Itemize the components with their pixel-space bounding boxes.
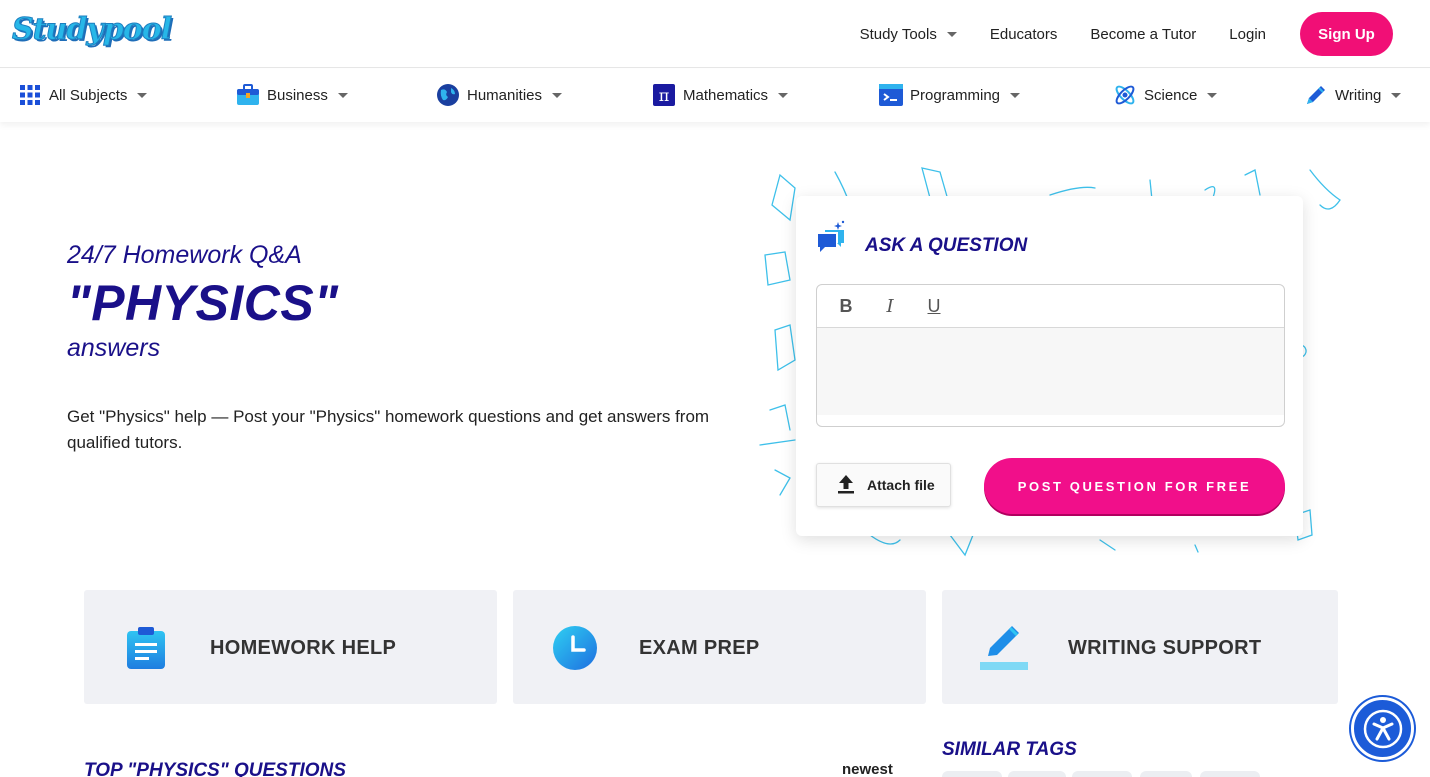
top-header: Studypool Study Tools Educators Become a… (0, 0, 1430, 68)
login-link[interactable]: Login (1229, 26, 1266, 43)
pi-icon: π (652, 83, 676, 107)
chevron-down-icon (552, 92, 563, 98)
subject-programming[interactable]: Programming (879, 81, 1021, 109)
attach-file-label: Attach file (867, 477, 935, 493)
accessibility-button[interactable] (1351, 697, 1414, 760)
question-editor: B I U (816, 284, 1285, 427)
chevron-down-icon (137, 92, 148, 98)
become-tutor-link[interactable]: Become a Tutor (1090, 26, 1196, 43)
chat-bubbles-icon (816, 220, 846, 261)
subject-label: Science (1144, 86, 1198, 104)
ask-question-card: ASK A QUESTION B I U Attach file POST QU… (796, 196, 1303, 536)
tag-pill[interactable] (1008, 771, 1066, 777)
tag-pill[interactable] (1200, 771, 1260, 777)
italic-button[interactable]: I (879, 296, 901, 317)
service-label: EXAM PREP (639, 637, 760, 659)
attach-file-button[interactable]: Attach file (816, 463, 951, 507)
hero-description: Get "Physics" help — Post your "Physics"… (67, 407, 710, 452)
chevron-down-icon (946, 31, 957, 37)
atom-icon (1113, 83, 1137, 107)
ask-question-title: ASK A QUESTION (865, 235, 1028, 256)
top-questions-heading: TOP "PHYSICS" QUESTIONS (84, 760, 346, 777)
study-tools-label: Study Tools (859, 25, 937, 43)
tag-pill[interactable] (1140, 771, 1192, 777)
terminal-icon (879, 83, 903, 107)
subject-business[interactable]: Business (236, 81, 348, 109)
subject-mathematics[interactable]: π Mathematics (652, 81, 789, 109)
pencil-icon (978, 622, 1030, 674)
hero-subtitle: 24/7 Homework Q&A (67, 241, 302, 269)
sort-newest-link[interactable]: newest (842, 761, 893, 777)
chevron-down-icon (1391, 92, 1402, 98)
sign-up-button[interactable]: Sign Up (1300, 12, 1393, 56)
upload-icon (837, 474, 855, 497)
exam-prep-card[interactable]: EXAM PREP (513, 590, 926, 704)
globe-icon (436, 83, 460, 107)
subject-writing[interactable]: Writing (1304, 81, 1402, 109)
chevron-down-icon (1207, 92, 1218, 98)
similar-tags-heading: SIMILAR TAGS (942, 739, 1077, 760)
subject-label: Business (267, 86, 328, 104)
subject-label: All Subjects (49, 86, 128, 104)
hero-title: "PHYSICS" (67, 275, 339, 331)
chevron-down-icon (778, 92, 789, 98)
chevron-down-icon (337, 92, 348, 98)
post-question-button[interactable]: POST QUESTION FOR FREE (984, 458, 1285, 514)
service-label: WRITING SUPPORT (1068, 637, 1262, 659)
educators-link[interactable]: Educators (990, 26, 1058, 43)
underline-button[interactable]: U (923, 296, 945, 317)
subject-humanities[interactable]: Humanities (436, 81, 563, 109)
study-tools-menu[interactable]: Study Tools (860, 26, 957, 43)
subject-science[interactable]: Science (1113, 81, 1218, 109)
bold-button[interactable]: B (835, 296, 857, 317)
clipboard-icon (120, 622, 172, 674)
clock-icon (549, 622, 601, 674)
top-nav: Study Tools Educators Become a Tutor Log… (860, 12, 1393, 56)
subject-all-subjects[interactable]: All Subjects (18, 81, 148, 109)
homework-help-card[interactable]: HOMEWORK HELP (84, 590, 497, 704)
pen-icon (1304, 83, 1328, 107)
subject-label: Humanities (467, 86, 543, 104)
accessibility-icon (1363, 709, 1402, 748)
hero-answers-label: answers (67, 334, 161, 362)
subject-label: Writing (1335, 86, 1382, 104)
writing-support-card[interactable]: WRITING SUPPORT (942, 590, 1338, 704)
svg-text:π: π (659, 86, 670, 105)
subject-bar: All Subjects Business Humanities π Mathe… (0, 69, 1430, 122)
service-label: HOMEWORK HELP (210, 637, 397, 659)
tag-pill[interactable] (942, 771, 1002, 777)
subject-label: Programming (910, 86, 1001, 104)
chevron-down-icon (1010, 92, 1021, 98)
subject-label: Mathematics (683, 86, 769, 104)
briefcase-icon (236, 83, 260, 107)
grid-icon (18, 83, 42, 107)
question-text-area[interactable] (817, 328, 1284, 415)
tag-pill[interactable] (1072, 771, 1132, 777)
studypool-logo[interactable]: Studypool (11, 12, 172, 48)
editor-toolbar: B I U (817, 285, 1284, 328)
